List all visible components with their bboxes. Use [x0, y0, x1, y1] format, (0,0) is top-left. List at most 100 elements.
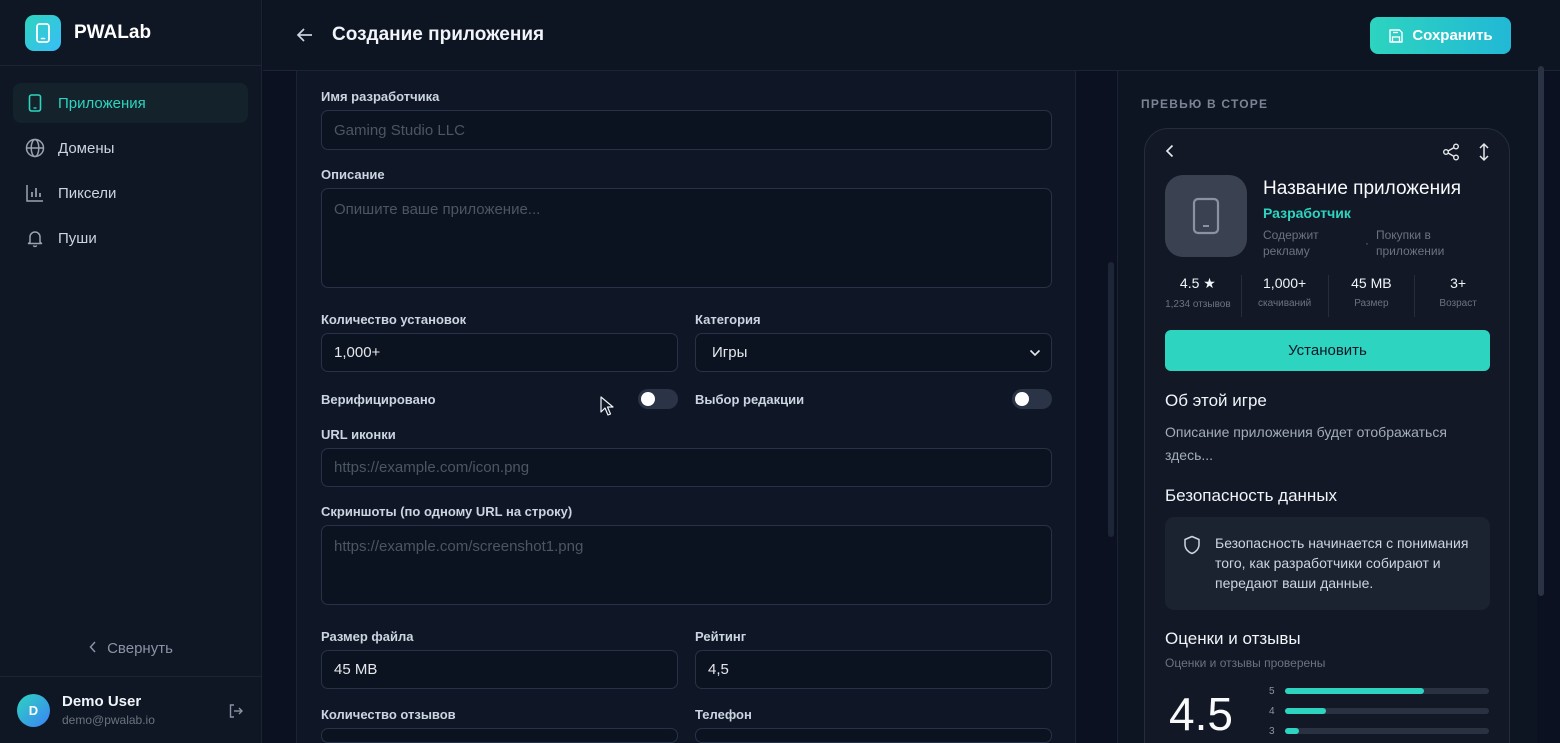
- save-label: Сохранить: [1412, 27, 1493, 44]
- installs-label: Количество установок: [321, 312, 467, 327]
- about-title: Об этой игре: [1165, 391, 1267, 410]
- rating-bar-track: [1285, 708, 1489, 714]
- meta-purchases: Покупки в приложении: [1376, 228, 1445, 258]
- preview-title: ПРЕВЬЮ В СТОРЕ: [1141, 97, 1269, 111]
- sidebar: PWALab Приложения Домены Пиксели Пуши Св…: [0, 0, 262, 743]
- about-text: Описание приложения будет отображаться з…: [1165, 424, 1447, 463]
- sidebar-item-label: Домены: [58, 139, 115, 157]
- rating-label: Рейтинг: [695, 629, 747, 644]
- brand[interactable]: PWALab: [0, 0, 261, 66]
- user-email: demo@pwalab.io: [62, 713, 155, 727]
- rating-bar-stars: 5: [1269, 685, 1275, 697]
- meta-dot: ·: [1365, 236, 1369, 250]
- app-developer[interactable]: Разработчик: [1263, 205, 1351, 221]
- sidebar-item-domains[interactable]: Домены: [13, 128, 248, 168]
- ratings-title: Оценки и отзывы: [1165, 629, 1301, 648]
- stat-label: Возраст: [1439, 298, 1477, 309]
- safety-title: Безопасность данных: [1165, 486, 1338, 505]
- ratings-subtitle: Оценки и отзывы проверены: [1165, 656, 1326, 670]
- window-scrollbar[interactable]: [1538, 66, 1544, 596]
- logout-icon[interactable]: [228, 703, 244, 724]
- safety-card: Безопасность начинается с понимания того…: [1165, 517, 1490, 610]
- avatar: D: [17, 693, 50, 727]
- expand-vertical-icon[interactable]: [1478, 142, 1490, 167]
- stat-label: 1,234 отзывов: [1165, 299, 1231, 310]
- bell-icon: [25, 228, 45, 248]
- editors-choice-label: Выбор редакции: [695, 392, 805, 407]
- smartphone-icon: [25, 93, 45, 113]
- collapse-button[interactable]: Свернуть: [0, 636, 262, 660]
- sidebar-item-apps[interactable]: Приложения: [13, 83, 248, 123]
- rating-bar-row: 5: [1269, 685, 1491, 697]
- globe-icon: [25, 138, 45, 158]
- developer-label: Имя разработчика: [321, 89, 440, 104]
- sidebar-item-pixels[interactable]: Пиксели: [13, 173, 248, 213]
- file-size-input[interactable]: [321, 650, 678, 689]
- install-button[interactable]: Установить: [1165, 330, 1490, 371]
- reviews-count-input[interactable]: [321, 728, 678, 743]
- form-panel: Имя разработчика Описание Количество уст…: [296, 71, 1076, 743]
- stat-rating: 4.5 ★ 1,234 отзывов: [1155, 275, 1242, 317]
- rating-bar-row: 3: [1269, 725, 1491, 737]
- rating-bar-stars: 3: [1269, 725, 1275, 737]
- sidebar-item-label: Пуши: [58, 229, 97, 247]
- verified-label: Верифицировано: [321, 392, 436, 407]
- rating-bar-track: [1285, 728, 1489, 734]
- bar-chart-icon: [25, 183, 45, 203]
- stat-value: 45 MB: [1351, 275, 1392, 291]
- logo-icon: [25, 14, 61, 51]
- chevron-left-icon[interactable]: [1165, 144, 1175, 163]
- mouse-cursor-icon: [600, 396, 614, 421]
- editors-choice-toggle[interactable]: [1012, 389, 1052, 409]
- shield-icon: [1183, 535, 1201, 560]
- stat-value: 1,000+: [1263, 275, 1307, 291]
- rating-bar-fill: [1285, 688, 1424, 694]
- chevron-left-icon: [89, 640, 97, 657]
- rating-bar-fill: [1285, 708, 1326, 714]
- stat-label: Размер: [1354, 298, 1389, 309]
- sidebar-item-label: Пиксели: [58, 184, 117, 202]
- installs-input[interactable]: [321, 333, 678, 372]
- verified-toggle[interactable]: [638, 389, 678, 409]
- save-icon: [1388, 28, 1404, 44]
- stat-label: скачиваний: [1258, 298, 1312, 309]
- stat-age: 3+ Возраст: [1415, 275, 1501, 317]
- phone-input[interactable]: [695, 728, 1052, 743]
- page-title: Создание приложения: [332, 24, 545, 45]
- sidebar-item-label: Приложения: [58, 94, 146, 112]
- stat-value: 4.5 ★: [1179, 275, 1216, 291]
- user-panel: D Demo User demo@pwalab.io: [0, 676, 262, 743]
- brand-name: PWALab: [74, 21, 152, 43]
- category-value: Игры: [712, 344, 748, 361]
- stat-value: 3+: [1450, 275, 1467, 291]
- rating-bar-stars: 4: [1269, 705, 1275, 717]
- sidebar-nav: Приложения Домены Пиксели Пуши: [0, 66, 261, 258]
- rating-input[interactable]: [695, 650, 1052, 689]
- screenshots-label: Скриншоты (по одному URL на строку): [321, 504, 573, 519]
- reviews-count-label: Количество отзывов: [321, 707, 456, 722]
- category-select[interactable]: Игры: [695, 333, 1052, 372]
- big-rating: 4.5: [1169, 688, 1233, 740]
- form-scrollbar[interactable]: [1108, 262, 1114, 537]
- stats-row: 4.5 ★ 1,234 отзывов 1,000+ скачиваний 45…: [1155, 275, 1501, 317]
- screenshots-textarea[interactable]: [321, 525, 1052, 605]
- share-icon[interactable]: [1442, 143, 1460, 166]
- description-textarea[interactable]: [321, 188, 1052, 288]
- developer-input[interactable]: [321, 110, 1052, 150]
- app-icon: [1165, 175, 1247, 257]
- user-name: Demo User: [62, 693, 142, 710]
- save-button[interactable]: Сохранить: [1370, 17, 1511, 54]
- file-size-label: Размер файла: [321, 629, 414, 644]
- back-arrow-icon[interactable]: [296, 26, 314, 49]
- chevron-down-icon: [1029, 344, 1041, 361]
- phone-label: Телефон: [695, 707, 752, 722]
- meta-ads: Содержит рекламу: [1263, 228, 1319, 258]
- collapse-label: Свернуть: [107, 639, 173, 657]
- sidebar-item-pushes[interactable]: Пуши: [13, 218, 248, 258]
- phone-preview: Название приложения Разработчик Содержит…: [1144, 128, 1510, 743]
- header: Создание приложения Сохранить: [263, 0, 1560, 71]
- category-label: Категория: [695, 312, 761, 327]
- stat-size: 45 MB Размер: [1329, 275, 1416, 317]
- rating-bar-track: [1285, 688, 1489, 694]
- icon-url-input[interactable]: [321, 448, 1052, 487]
